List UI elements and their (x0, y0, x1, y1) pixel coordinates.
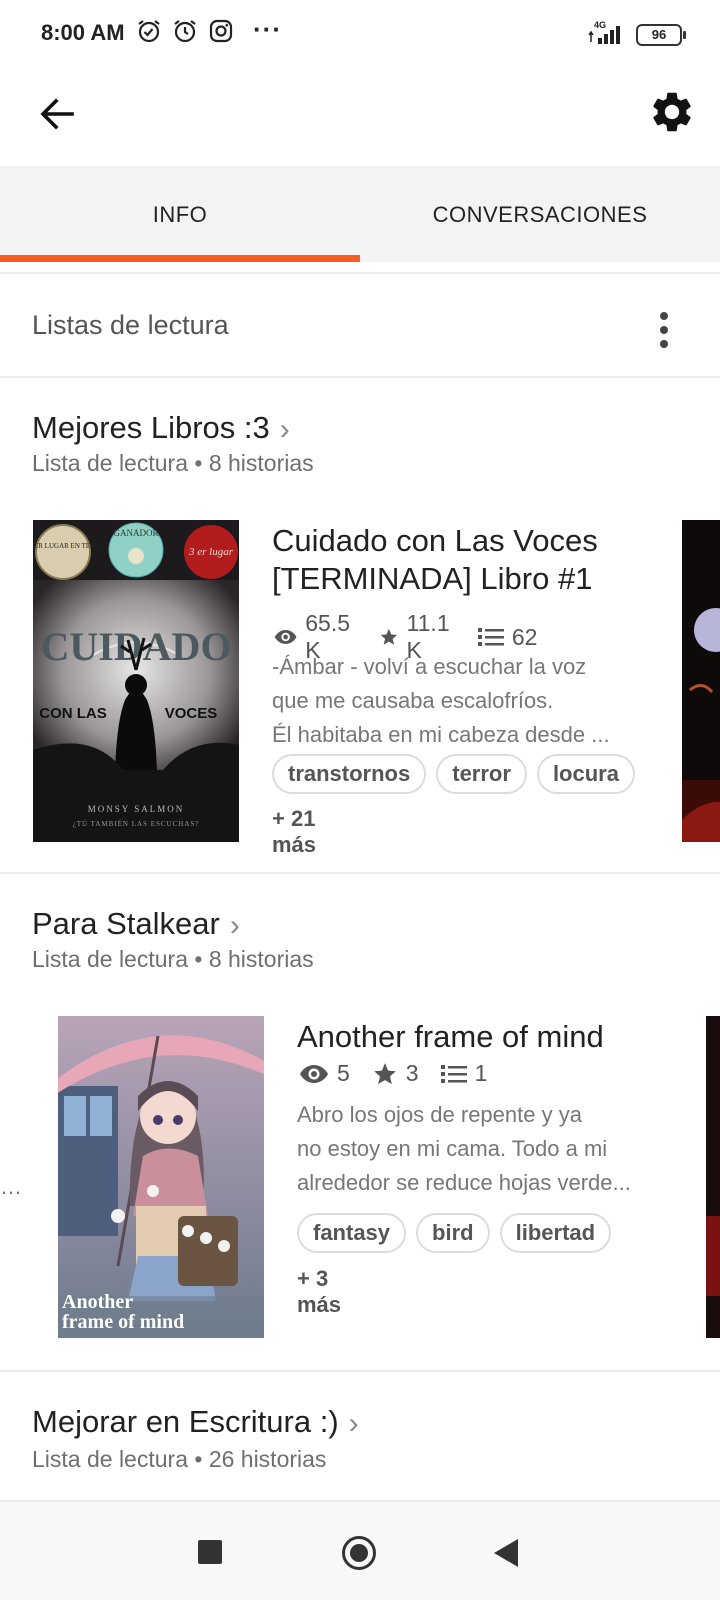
back-button[interactable] (34, 90, 82, 138)
tab-info[interactable]: INFO (0, 166, 360, 262)
cover-badge-text: GANADOR (114, 528, 159, 538)
prev-card-ellipsis: … (0, 1174, 22, 1199)
story-title-line: [TERMINADA] Libro #1 (272, 561, 593, 596)
tab-bar: INFO CONVERSACIONES (0, 166, 720, 262)
next-story-cover[interactable] (706, 1016, 720, 1338)
reading-list-mejores-libros: Mejores Libros :3 › Lista de lectura • 8 … (0, 380, 720, 870)
list-title-link[interactable]: Mejores Libros :3 › (32, 410, 290, 446)
settings-button[interactable] (648, 88, 696, 136)
cover-badge-text: 3 er lugar (188, 546, 234, 558)
cover-title-text: frame of mind (62, 1311, 184, 1333)
tag-chip[interactable]: transtornos (272, 754, 427, 794)
parts-stat: 1 (440, 1060, 488, 1087)
next-story-cover[interactable] (682, 520, 720, 842)
eye-icon (300, 1064, 328, 1083)
network-type: 4G (594, 20, 606, 30)
tabs-divider (0, 272, 720, 274)
star-icon (380, 628, 397, 645)
list-subtitle: Lista de lectura • 8 historias (32, 450, 314, 476)
circle-home-icon[interactable] (342, 1536, 376, 1570)
votes-stat: 3 (372, 1060, 419, 1087)
cover-title-text: VOCES (165, 705, 218, 722)
chevron-right-icon: › (279, 413, 290, 446)
cover-image-cuidado: PRIMER LUGAR EN TERROR GANADOR 3 er luga… (33, 520, 239, 842)
triangle-back-icon[interactable] (494, 1539, 518, 1567)
description-line: Abro los ojos de repente y ya (297, 1102, 582, 1127)
kebab-menu-button[interactable] (646, 310, 682, 350)
cover-tagline-text: ¿TÚ TAMBIÉN LAS ESCUCHAS? (73, 820, 200, 828)
description-line: que me causaba escalofríos. (272, 688, 554, 713)
description-line: -Ámbar - volví a escuchar la voz (272, 654, 587, 679)
story-title-line: Cuidado con Las Voces (272, 523, 598, 558)
gear-icon (653, 92, 691, 132)
story-description: -Ámbar - volví a escuchar la voz que me … (272, 650, 652, 752)
tab-conversaciones[interactable]: CONVERSACIONES (360, 166, 720, 262)
eye-icon (274, 630, 297, 644)
list-title-link[interactable]: Mejorar en Escritura :) › (32, 1404, 359, 1440)
cover-title-text: CON LAS (39, 705, 107, 722)
story-tags: fantasy bird libertad (297, 1213, 612, 1253)
cover-title-text: Another (62, 1291, 133, 1313)
section-title: Listas de lectura (32, 310, 229, 340)
square-icon[interactable] (198, 1540, 222, 1564)
star-icon (373, 1062, 396, 1084)
system-navigation-bar (0, 1500, 720, 1600)
chevron-right-icon: › (348, 1407, 359, 1440)
list-subtitle: Lista de lectura • 26 historias (32, 1446, 327, 1472)
list-title: Mejores Libros :3 (32, 410, 270, 445)
story-description: Abro los ojos de repente y ya no estoy e… (297, 1098, 667, 1200)
more-dots-icon: ··· (253, 14, 282, 44)
instagram-icon (209, 19, 233, 43)
votes-count: 3 (405, 1060, 419, 1086)
alarm-icon (174, 20, 196, 43)
list-title: Para Stalkear (32, 906, 220, 941)
cover-image-next (706, 1016, 720, 1338)
cover-image-next (682, 520, 720, 842)
story-cover[interactable]: PRIMER LUGAR EN TERROR GANADOR 3 er luga… (33, 520, 239, 842)
arrow-left-icon (40, 98, 74, 130)
tag-chip[interactable]: bird (416, 1213, 490, 1253)
status-bar: 8:00 AM ··· 4G 96 (0, 0, 720, 68)
tag-chip[interactable]: terror (436, 754, 527, 794)
tag-chip[interactable]: locura (536, 754, 635, 794)
story-tags: transtornos terror locura (272, 754, 635, 794)
more-tags-link[interactable]: + 3 más (297, 1266, 341, 1318)
section-divider (0, 872, 720, 874)
more-tags-link[interactable]: + 21 más (272, 806, 316, 858)
story-title[interactable]: Another frame of mind (297, 1018, 677, 1056)
description-line: no estoy en mi cama. Todo a mi (297, 1136, 608, 1161)
status-notification-icons (136, 18, 234, 44)
reading-list-mejorar-escritura: Mejorar en Escritura :) › Lista de lectur… (0, 1372, 720, 1498)
reads-count: 5 (337, 1060, 350, 1086)
alarm-check-icon (138, 20, 160, 43)
parts-count: 62 (511, 623, 538, 650)
status-time: 8:00 AM (41, 20, 125, 45)
tag-chip[interactable]: fantasy (297, 1213, 407, 1253)
tag-chip[interactable]: libertad (499, 1213, 612, 1253)
list-icon (440, 1064, 467, 1083)
battery-icon: 96 (636, 24, 686, 46)
cover-badge-text: PRIMER LUGAR EN TERROR (33, 542, 109, 550)
story-title[interactable]: Cuidado con Las Voces [TERMINADA] Libro … (272, 522, 652, 598)
description-line: Él habitaba en mi cabeza desde ... (272, 722, 610, 747)
list-subtitle: Lista de lectura • 8 historias (32, 946, 314, 972)
story-cover[interactable]: Another frame of mind (58, 1016, 264, 1338)
kebab-menu-icon (660, 312, 668, 348)
reading-list-para-stalkear: Para Stalkear › Lista de lectura • 8 hist… (0, 876, 720, 1366)
cover-title-text: CUIDADO (40, 624, 231, 669)
parts-count: 1 (474, 1060, 488, 1086)
list-title: Mejorar en Escritura :) (32, 1404, 339, 1439)
parts-stat: 62 (477, 623, 538, 651)
reads-stat: 5 (299, 1060, 350, 1087)
description-line: alrededor se reduce hojas verde... (297, 1170, 631, 1195)
cover-image-another-frame: Another frame of mind (58, 1016, 264, 1338)
toolbar (0, 68, 720, 166)
reading-lists-header: Listas de lectura (0, 276, 720, 378)
list-title-link[interactable]: Para Stalkear › (32, 906, 240, 942)
story-stats: 5 3 1 (299, 1060, 509, 1087)
chevron-right-icon: › (229, 909, 240, 942)
list-icon (477, 628, 504, 646)
cover-author-text: MONSY SALMON (88, 804, 184, 814)
signal-icon: 4G (588, 20, 620, 44)
